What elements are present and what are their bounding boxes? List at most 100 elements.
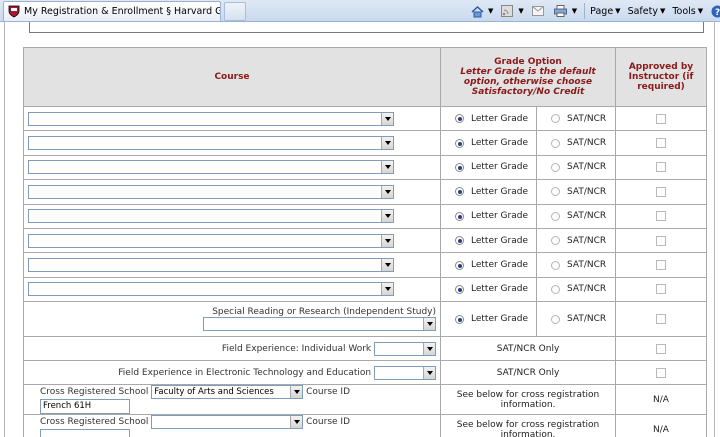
chevron-down-icon [423, 342, 435, 355]
sat-ncr-label: SAT/NCR [567, 314, 607, 325]
course-select[interactable] [28, 258, 394, 273]
chevron-down-icon [290, 386, 303, 399]
approved-checkbox[interactable] [656, 113, 666, 124]
course-value [29, 211, 31, 221]
course-select[interactable] [28, 111, 394, 126]
letter-grade-cell: Letter Grade [440, 227, 537, 254]
sat-ncr-cell: SAT/NCR [536, 154, 616, 181]
letter-grade-cell: Letter Grade [440, 130, 537, 156]
approved-cell [615, 130, 707, 156]
field-experience-tech-select[interactable] [374, 365, 436, 380]
browser-tab[interactable]: My Registration & Enrollment § Harvard G… [3, 1, 221, 21]
special-reading-row: Special Reading or Research (Independent… [23, 301, 707, 338]
mail-button[interactable] [531, 4, 547, 18]
letter-grade-radio[interactable] [455, 314, 464, 324]
tools-menu[interactable]: Tools ▼ [672, 6, 703, 17]
course-row: Letter Grade SAT/NCR [23, 203, 707, 229]
sat-ncr-radio[interactable] [551, 211, 560, 221]
sat-ncr-radio[interactable] [551, 314, 560, 324]
course-cell [23, 276, 441, 303]
feeds-button[interactable]: ▼ [500, 4, 524, 18]
letter-grade-label: Letter Grade [471, 260, 528, 271]
sat-ncr-radio[interactable] [551, 162, 560, 172]
approved-checkbox[interactable] [656, 211, 666, 222]
approved-cell [615, 179, 707, 205]
mail-icon [531, 4, 545, 18]
letter-grade-radio[interactable] [455, 211, 464, 221]
feeds-icon [500, 4, 514, 18]
tab-title: My Registration & Enrollment § Harvard G… [24, 6, 220, 17]
sat-ncr-radio[interactable] [551, 236, 560, 246]
letter-grade-radio[interactable] [455, 187, 464, 197]
letter-grade-label: Letter Grade [471, 211, 528, 222]
course-select[interactable] [28, 209, 394, 224]
sat-ncr-radio[interactable] [551, 138, 560, 148]
course-value [29, 236, 31, 246]
chevron-down-icon [381, 210, 393, 223]
approved-checkbox[interactable] [656, 260, 666, 271]
cross-registration-note: See below for cross registration informa… [440, 384, 616, 416]
course-id-input[interactable] [40, 429, 130, 437]
sat-ncr-cell: SAT/NCR [536, 252, 616, 278]
field-experience-grade: SAT/NCR Only [440, 336, 616, 362]
letter-grade-radio[interactable] [455, 260, 464, 270]
sat-ncr-radio[interactable] [551, 284, 560, 294]
letter-grade-radio[interactable] [455, 236, 464, 246]
approved-checkbox[interactable] [656, 284, 666, 295]
sat-ncr-cell: SAT/NCR [536, 105, 616, 132]
letter-grade-radio[interactable] [455, 138, 464, 148]
approved-na: N/A [615, 384, 707, 416]
field-experience-label: Field Experience: Individual Work [221, 343, 372, 354]
course-select[interactable] [28, 136, 394, 151]
sat-ncr-radio[interactable] [551, 187, 560, 197]
cross-registered-school-select[interactable]: Faculty of Arts and Sciences [151, 385, 304, 400]
previous-section-box [29, 22, 704, 33]
new-tab-button[interactable] [224, 2, 246, 21]
course-id-input[interactable]: French 61H [40, 399, 130, 415]
letter-grade-radio[interactable] [455, 162, 464, 172]
special-reading-select[interactable] [203, 317, 436, 332]
help-button[interactable]: ? ▼ [710, 4, 720, 18]
letter-grade-cell: Letter Grade [440, 203, 537, 229]
course-value [29, 284, 31, 294]
course-select[interactable] [28, 233, 394, 248]
approved-checkbox[interactable] [656, 314, 666, 325]
school-value: Faculty of Arts and Sciences [154, 387, 274, 398]
chevron-down-icon [381, 161, 393, 174]
letter-grade-label: Letter Grade [471, 314, 528, 325]
print-button[interactable]: ▼ [554, 4, 577, 18]
letter-grade-cell: Letter Grade [440, 179, 537, 205]
approved-checkbox[interactable] [656, 186, 666, 197]
letter-grade-label: Letter Grade [471, 284, 528, 295]
chevron-down-icon [423, 366, 435, 379]
approved-checkbox[interactable] [656, 138, 666, 149]
approved-checkbox[interactable] [656, 162, 666, 173]
page-border-left [4, 22, 5, 437]
letter-grade-label: Letter Grade [471, 113, 528, 124]
course-select[interactable] [28, 282, 394, 297]
course-select[interactable] [28, 184, 394, 199]
sat-ncr-radio[interactable] [551, 114, 560, 124]
course-value [29, 187, 31, 197]
tools-menu-label: Tools [672, 5, 696, 17]
home-button[interactable]: ▼ [470, 4, 493, 18]
approved-na: N/A [615, 414, 707, 437]
letter-grade-radio[interactable] [455, 284, 464, 294]
letter-grade-cell: Letter Grade [440, 154, 537, 181]
safety-menu[interactable]: Safety ▼ [628, 6, 666, 17]
safety-menu-label: Safety [627, 5, 658, 17]
approved-checkbox[interactable] [656, 235, 666, 246]
cross-registered-school-select[interactable] [151, 415, 304, 430]
course-select[interactable] [28, 160, 394, 175]
approved-checkbox[interactable] [656, 367, 666, 378]
page-menu[interactable]: Page ▼ [590, 6, 620, 17]
course-row: Letter Grade SAT/NCR [23, 130, 707, 156]
approved-checkbox[interactable] [656, 343, 666, 354]
sat-ncr-label: SAT/NCR [567, 186, 607, 197]
letter-grade-radio[interactable] [455, 114, 464, 124]
field-experience-select[interactable] [374, 341, 436, 356]
chevron-down-icon [423, 318, 435, 331]
sat-ncr-label: SAT/NCR [567, 211, 607, 222]
sat-ncr-radio[interactable] [551, 260, 560, 270]
approved-cell [615, 154, 707, 181]
